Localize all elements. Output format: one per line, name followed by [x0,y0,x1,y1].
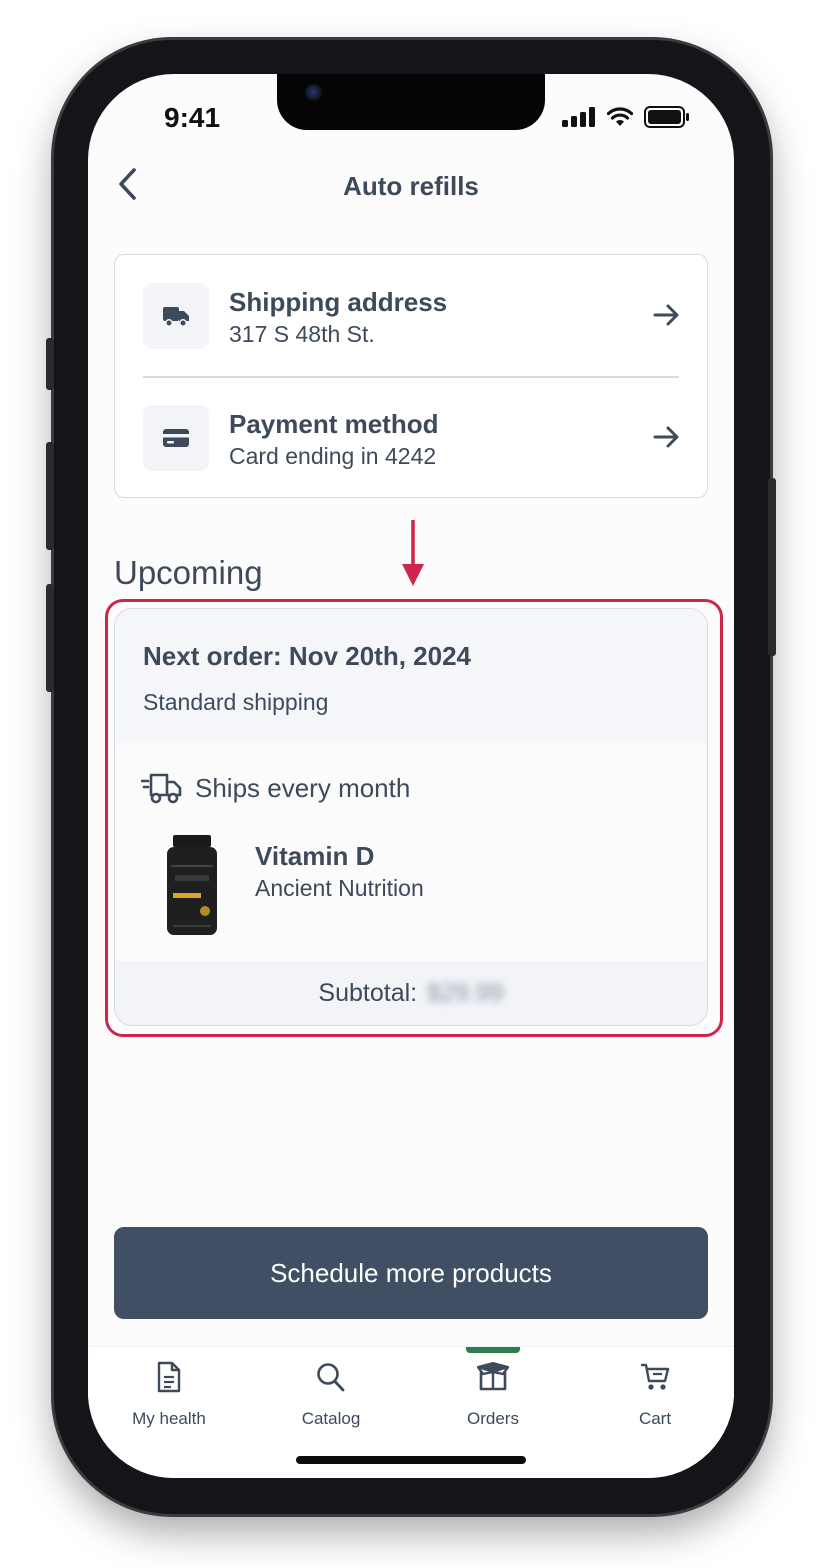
shipping-method: Standard shipping [143,689,329,715]
page-title: Auto refills [343,171,479,201]
phone-power-button [768,478,776,656]
shipping-icon-box [143,283,209,349]
payment-method-title: Payment method [229,409,439,439]
payment-method-value: Card ending in 4242 [229,443,437,469]
tab-orders[interactable]: Orders [412,1347,574,1447]
subtotal-value-blurred: $29.99 [427,978,504,1007]
wifi-icon [606,107,634,126]
box-icon [477,1362,509,1391]
info-card: Shipping address 317 S 48th St. Payment … [114,254,708,498]
tab-my-health[interactable]: My health [88,1347,250,1447]
cart-icon [640,1363,670,1390]
tab-cart-label: Cart [638,1409,672,1428]
phone-volume-down-button [46,584,54,692]
shipping-address-title: Shipping address [229,287,448,317]
upcoming-order-card[interactable]: Next order: Nov 20th, 2024 Standard ship… [114,608,708,1026]
tab-catalog-label: Catalog [301,1409,361,1428]
payment-method-row[interactable]: Payment method Card ending in 4242 [115,377,707,497]
ship-frequency: Ships every month [195,772,411,803]
notch [277,74,545,130]
product-name: Vitamin D [255,841,375,871]
vitamin-bottle-image [167,835,217,935]
front-camera [305,84,323,102]
frequency-row: Ships every month [141,771,410,805]
shipping-address-value: 317 S 48th St. [229,321,375,347]
tab-my-health-label: My health [132,1409,206,1428]
status-icons [562,106,690,128]
battery-icon [644,106,689,128]
phone-side-button [46,338,54,390]
cellular-signal-icon [562,107,595,127]
product-brand: Ancient Nutrition [255,875,424,901]
fast-delivery-truck-icon [141,773,182,804]
upcoming-section-title: Upcoming [114,554,263,591]
order-subtotal: Subtotal: $29.99 [115,961,707,1025]
truck-icon [163,307,189,327]
status-time: 9:41 [164,102,221,133]
payment-icon-box [143,405,209,471]
order-card-header: Next order: Nov 20th, 2024 Standard ship… [115,609,707,743]
arrow-right-icon [653,426,679,448]
arrow-right-icon [653,304,679,326]
active-tab-indicator [466,1347,520,1353]
document-icon [157,1361,181,1393]
schedule-more-products-button[interactable]: Schedule more products [114,1227,708,1319]
tab-orders-label: Orders [467,1409,519,1428]
home-indicator [296,1456,526,1464]
next-order-date: Next order: Nov 20th, 2024 [143,641,472,671]
shipping-address-row[interactable]: Shipping address 317 S 48th St. [115,255,707,375]
phone-volume-up-button [46,442,54,550]
search-icon [317,1363,345,1392]
annotation-arrow-icon [402,520,424,586]
app-screen: 9:41 Auto refills Shipping address 317 S… [88,74,734,1478]
tab-catalog[interactable]: Catalog [250,1347,412,1447]
credit-card-icon [163,429,189,447]
subtotal-label: Subtotal: [318,978,418,1007]
tab-cart[interactable]: Cart [574,1347,734,1447]
